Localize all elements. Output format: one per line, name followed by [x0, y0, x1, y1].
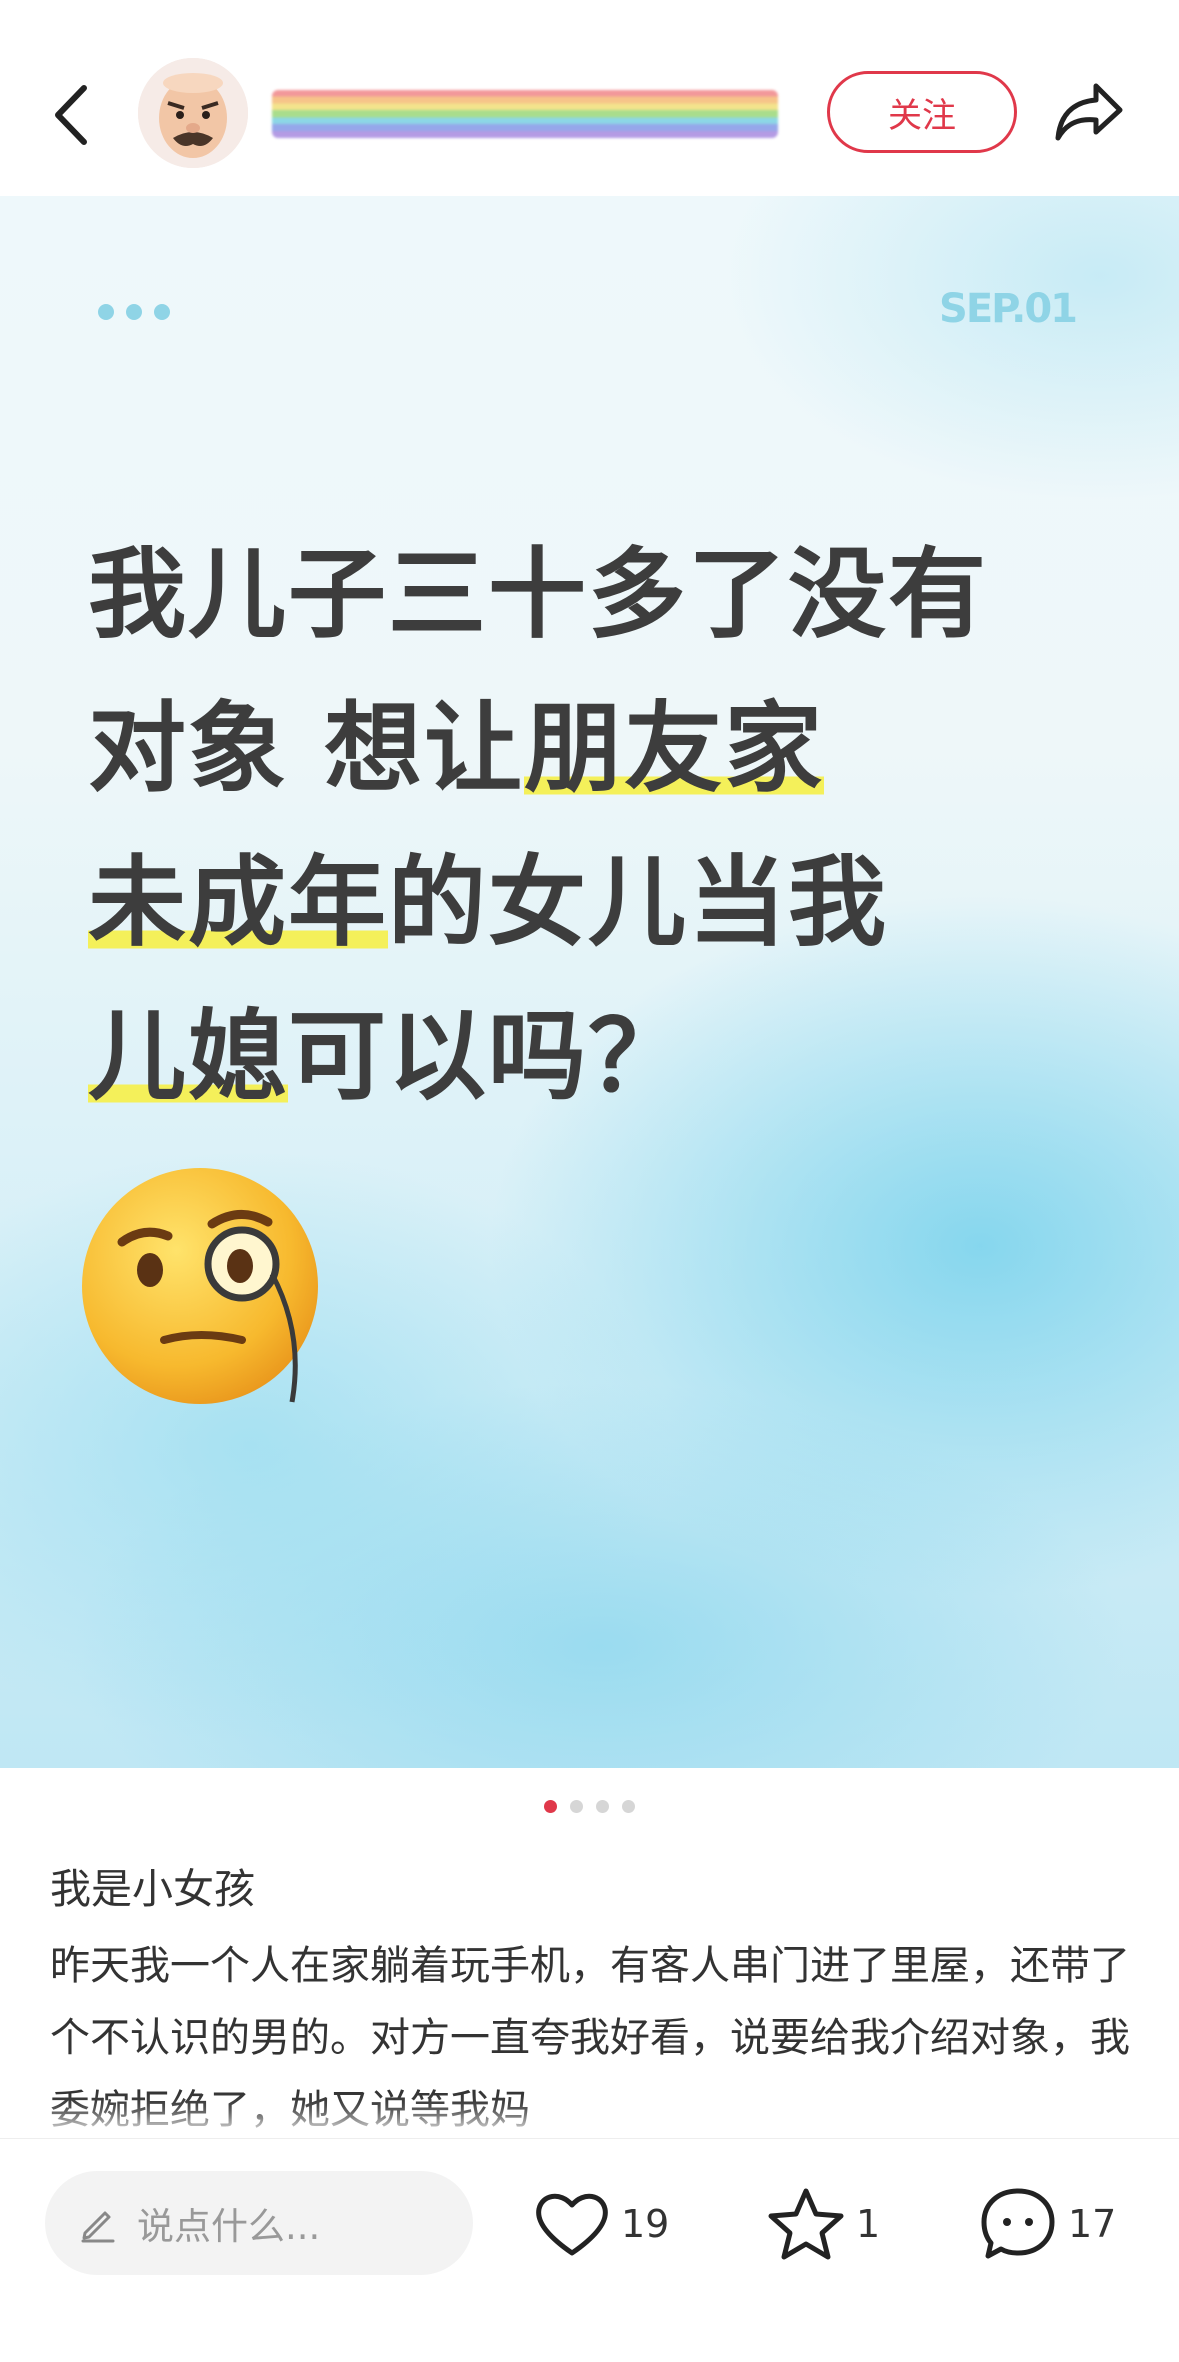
headline-line-3: 未成年的女儿当我	[88, 826, 1088, 980]
like-button[interactable]: 19	[533, 2179, 669, 2269]
author-avatar[interactable]	[138, 58, 248, 168]
headline-text: 的女儿当我	[388, 846, 889, 960]
favorite-count: 1	[856, 2202, 881, 2246]
post-body: 昨天我一个人在家躺着玩手机，有客人串门进了里屋，还带了个不认识的男的。对方一直夸…	[50, 1943, 1130, 2133]
star-icon	[768, 2188, 844, 2260]
headline-text: 我儿子三十多了没有	[88, 538, 989, 652]
follow-button[interactable]: 关注	[827, 71, 1017, 153]
headline: 我儿子三十多了没有 对象 想让朋友家 未成年的女儿当我 儿媳可以吗？	[88, 518, 1088, 1134]
image-page-indicator	[0, 1800, 1179, 1813]
decorative-dots	[98, 304, 170, 320]
face-with-monocle-icon	[82, 1168, 318, 1404]
headline-line-4: 儿媳可以吗？	[88, 980, 1088, 1134]
comment-count: 17	[1068, 2202, 1117, 2246]
author-name-redacted	[272, 90, 778, 138]
back-button[interactable]	[40, 70, 110, 160]
cartoon-face-avatar-icon	[138, 58, 248, 168]
pager-dot[interactable]	[544, 1800, 557, 1813]
share-button[interactable]	[1050, 76, 1130, 148]
chat-bubble-icon	[981, 2188, 1055, 2259]
pencil-icon	[81, 2211, 115, 2243]
headline-text: 可以吗？	[288, 1000, 689, 1114]
favorite-button[interactable]: 1	[766, 2179, 880, 2269]
headline-line-2: 对象 想让朋友家	[88, 672, 1088, 826]
chevron-left-icon	[55, 85, 87, 145]
share-arrow-icon	[1055, 83, 1123, 141]
post-image[interactable]: SEP.01 我儿子三十多了没有 对象 想让朋友家 未成年的女儿当我 儿媳可以吗…	[0, 196, 1179, 1768]
heart-icon	[536, 2193, 608, 2256]
headline-highlight: 未成年	[88, 846, 389, 960]
pager-dot[interactable]	[570, 1800, 583, 1813]
comment-placeholder: 说点什么...	[137, 2205, 321, 2248]
headline-highlight: 儿媳	[88, 1000, 289, 1114]
like-count: 19	[621, 2202, 670, 2246]
headline-line-1: 我儿子三十多了没有	[88, 518, 1088, 672]
bottom-action-bar: 说点什么... 19 1 17	[0, 2138, 1179, 2362]
pager-dot[interactable]	[596, 1800, 609, 1813]
headline-text: 对象 想让	[88, 692, 525, 806]
headline-highlight: 朋友家	[524, 692, 825, 806]
comment-button[interactable]: 17	[978, 2179, 1116, 2269]
comment-input[interactable]: 说点什么...	[45, 2171, 473, 2275]
pager-dot[interactable]	[622, 1800, 635, 1813]
top-bar: 关注	[0, 0, 1179, 196]
post-title: 我是小女孩	[50, 1865, 255, 1913]
date-label: SEP.01	[939, 286, 1078, 332]
